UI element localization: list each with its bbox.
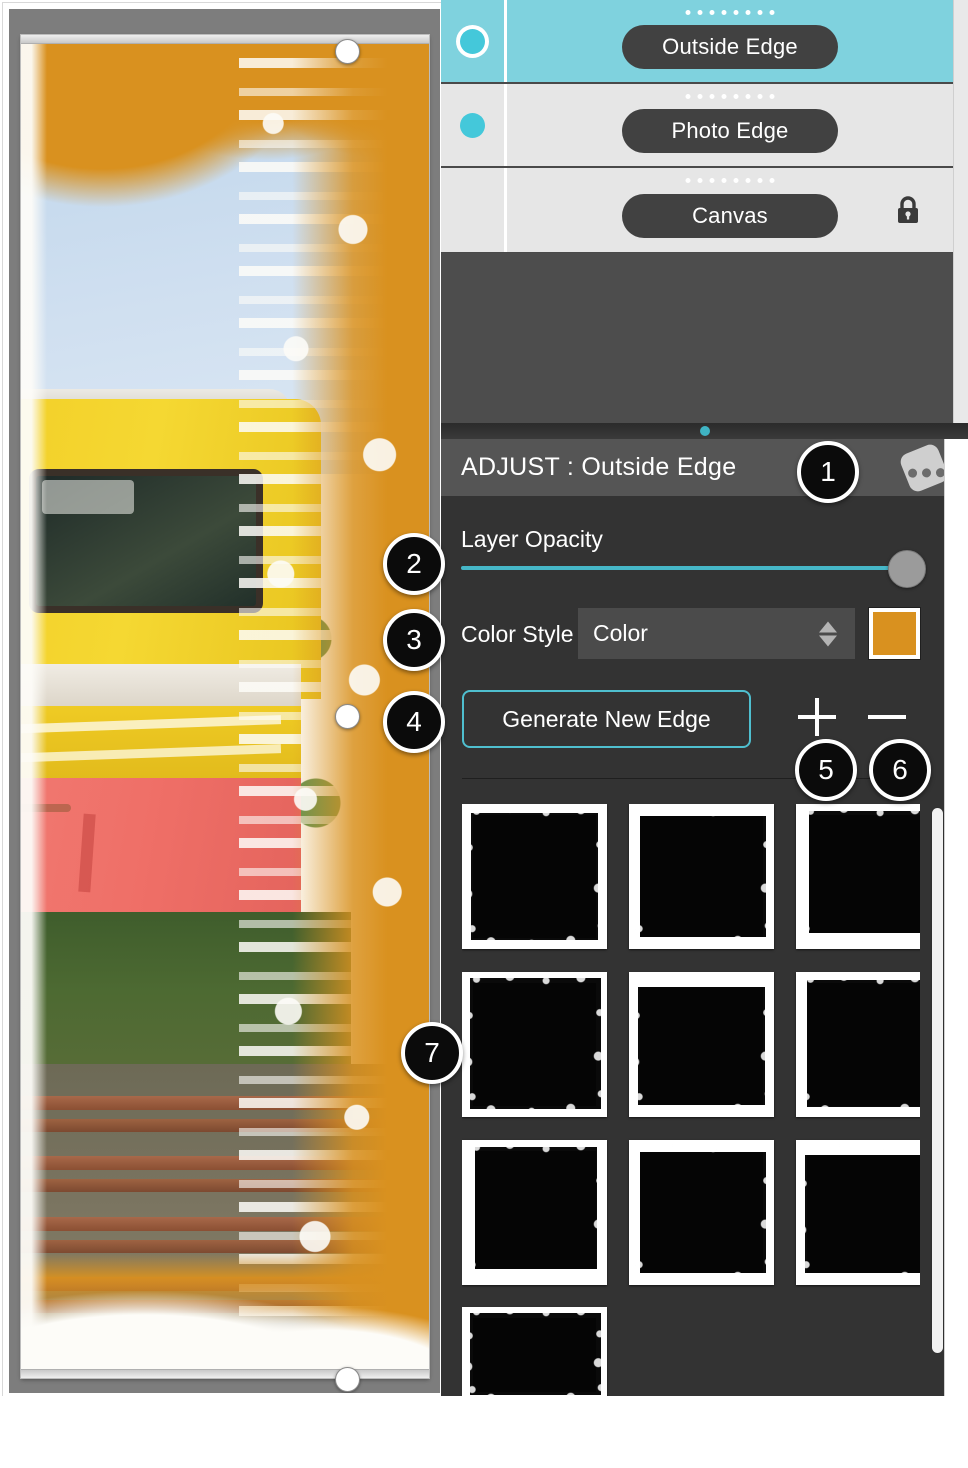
- edge-texture-thumbnail[interactable]: [462, 1139, 607, 1285]
- panel-outer-rail: [944, 439, 968, 1396]
- drag-dots-icon[interactable]: [685, 10, 775, 15]
- layer-name-pill[interactable]: Outside Edge: [622, 25, 838, 69]
- photo-train-window: [29, 469, 263, 613]
- photo-content: [21, 44, 429, 1369]
- color-style-value: Color: [593, 620, 648, 646]
- selection-handle-bottom-right[interactable]: [335, 1367, 360, 1392]
- visibility-dot-icon: [460, 28, 485, 54]
- visibility-dot-icon: [460, 198, 485, 223]
- stepper-arrows-icon[interactable]: [819, 621, 837, 646]
- edge-texture-thumbnail[interactable]: [796, 804, 920, 949]
- adjust-panel-header: ADJUST : Outside Edge: [441, 439, 968, 496]
- layer-visibility-toggle[interactable]: [441, 84, 507, 166]
- drag-dots-icon[interactable]: [685, 94, 775, 99]
- photo-rail: [21, 1156, 411, 1170]
- layer-name-pill[interactable]: Photo Edge: [622, 109, 838, 153]
- layer-opacity-slider-thumb[interactable]: [888, 550, 926, 588]
- callout-badge-6: 6: [869, 739, 931, 801]
- photo-rail-tie: [21, 1300, 411, 1313]
- layer-opacity-slider[interactable]: [461, 566, 919, 570]
- dice-menu-icon[interactable]: [897, 441, 951, 494]
- layer-name-pill[interactable]: Canvas: [622, 194, 838, 238]
- layer-main[interactable]: Canvas: [507, 168, 953, 252]
- callout-badge-5: 5: [795, 739, 857, 801]
- edge-texture-thumbnail[interactable]: [629, 971, 774, 1117]
- minus-icon[interactable]: [864, 694, 910, 740]
- selection-handle-top-right[interactable]: [335, 39, 360, 64]
- bottom-strip: [0, 1396, 968, 1468]
- color-swatch[interactable]: [868, 607, 921, 660]
- right-panel: Outside Edge Photo Edge Canvas ADJUST: …: [441, 0, 968, 1404]
- thumbnail-scrollbar-thumb[interactable]: [932, 808, 943, 1353]
- photo-rust: [21, 804, 71, 812]
- layers-empty-area: [441, 253, 953, 423]
- color-style-label: Color Style: [461, 621, 574, 647]
- panel-splitter[interactable]: [441, 423, 968, 439]
- callout-badge-2: 2: [383, 533, 445, 595]
- photo-rail-tie: [21, 1119, 411, 1132]
- photo-rail-tie: [21, 1179, 411, 1192]
- edge-texture-thumbnail[interactable]: [796, 1139, 920, 1285]
- layer-row[interactable]: Canvas: [441, 168, 953, 252]
- layers-panel: Outside Edge Photo Edge Canvas: [441, 0, 953, 253]
- color-style-select[interactable]: Color: [578, 608, 855, 659]
- photo-stripe-white: [21, 664, 301, 706]
- splitter-dot-icon: [699, 426, 710, 436]
- photo-top-edge: [21, 35, 429, 44]
- drag-dots-icon[interactable]: [685, 178, 775, 183]
- layer-visibility-toggle[interactable]: [441, 168, 507, 252]
- selection-handle-middle-right[interactable]: [335, 704, 360, 729]
- layer-row[interactable]: Photo Edge: [441, 84, 953, 168]
- edge-texture-thumbnail[interactable]: [462, 804, 607, 949]
- layer-visibility-toggle[interactable]: [441, 0, 507, 82]
- layers-side-rail: [953, 0, 968, 423]
- app-window: Outside Edge Photo Edge Canvas ADJUST: …: [0, 0, 968, 1468]
- edge-texture-thumbnail[interactable]: [629, 804, 774, 949]
- callout-badge-3: 3: [383, 609, 445, 671]
- edge-texture-thumbnail[interactable]: [462, 971, 607, 1117]
- page-title: ADJUST : Outside Edge: [461, 453, 737, 481]
- callout-badge-4: 4: [383, 691, 445, 753]
- layer-main[interactable]: Outside Edge: [507, 0, 953, 82]
- edge-texture-grid[interactable]: [462, 804, 920, 1404]
- photo-rail: [21, 1096, 411, 1110]
- edge-texture-thumbnail[interactable]: [462, 1307, 607, 1404]
- photo-rail: [21, 1217, 411, 1231]
- layer-row[interactable]: Outside Edge: [441, 0, 953, 84]
- photo-train-red-panel: [21, 778, 301, 923]
- edge-texture-thumbnail[interactable]: [629, 1139, 774, 1285]
- lock-icon[interactable]: [895, 195, 921, 225]
- visibility-dot-icon: [460, 112, 485, 138]
- layer-opacity-label: Layer Opacity: [461, 526, 603, 552]
- photo-rail-tie: [21, 1240, 411, 1253]
- photo-document[interactable]: [21, 35, 429, 1378]
- image-canvas-area[interactable]: [9, 9, 440, 1393]
- callout-badge-7: 7: [401, 1022, 463, 1084]
- photo-rail: [21, 1277, 411, 1291]
- edge-texture-thumbnail[interactable]: [796, 971, 920, 1117]
- generate-new-edge-button[interactable]: Generate New Edge: [462, 690, 751, 748]
- layer-main[interactable]: Photo Edge: [507, 84, 953, 166]
- callout-badge-1: 1: [797, 441, 859, 503]
- photo-bottom-edge: [21, 1369, 429, 1378]
- plus-icon[interactable]: [794, 694, 840, 740]
- adjust-panel-body: Layer Opacity Color Style Color Generate…: [441, 496, 968, 1404]
